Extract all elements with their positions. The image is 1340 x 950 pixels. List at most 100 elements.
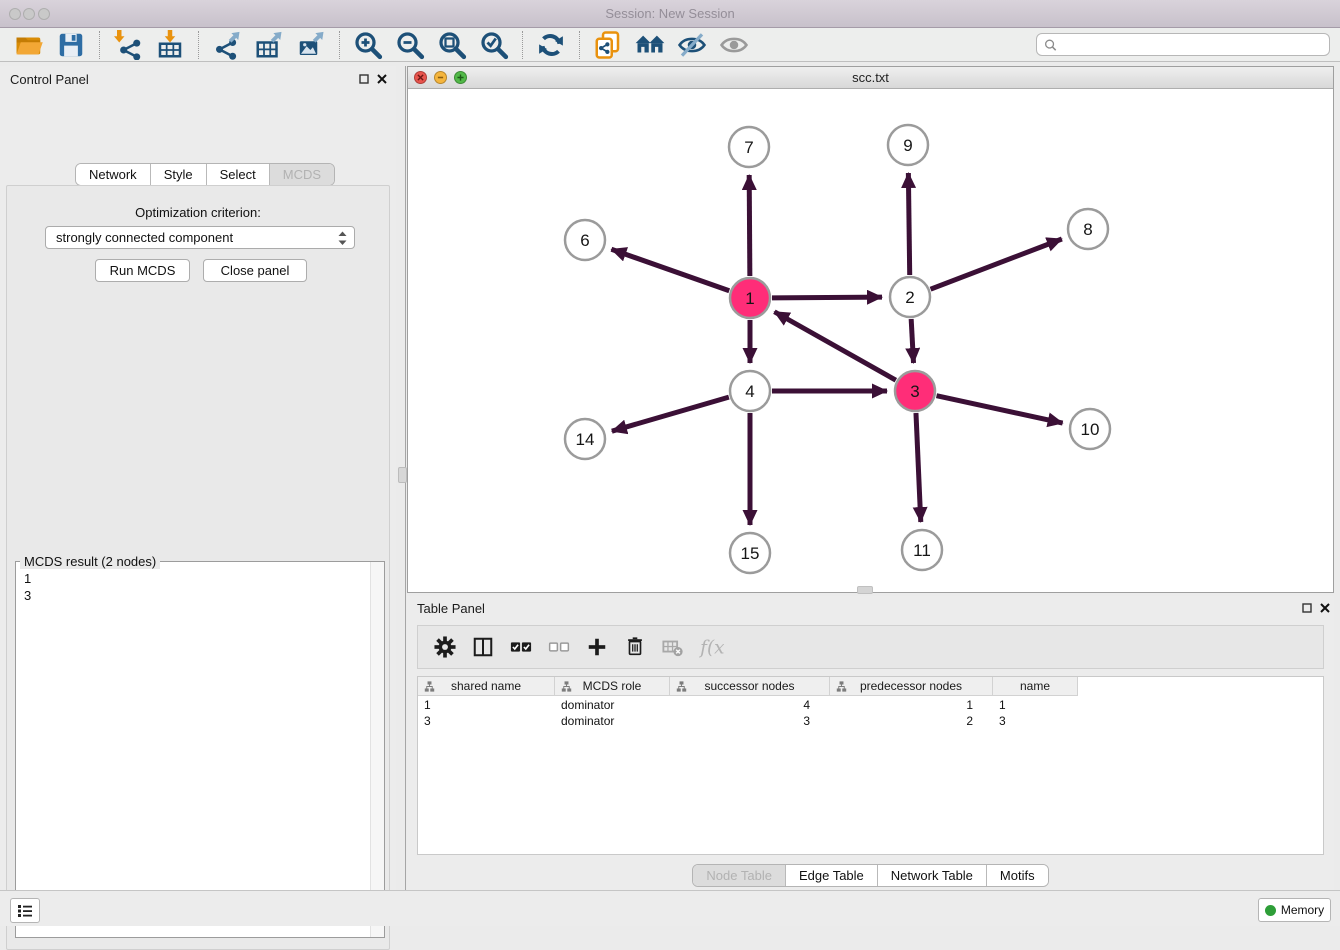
control-panel-tabs: NetworkStyleSelectMCDS <box>75 163 335 186</box>
table-cell[interactable]: 3 <box>993 713 1078 729</box>
graph-node-label-2: 2 <box>905 288 914 307</box>
mcds-result-title: MCDS result (2 nodes) <box>20 554 160 569</box>
close-table-panel-icon[interactable] <box>1319 602 1331 614</box>
table-cell[interactable]: 3 <box>418 713 555 729</box>
horizontal-splitter-handle[interactable] <box>857 586 873 594</box>
hide-selected-button[interactable] <box>677 30 707 60</box>
export-network-icon <box>212 30 242 60</box>
control-panel: Control Panel NetworkStyleSelectMCDS Opt… <box>0 66 396 890</box>
graph-node-label-7: 7 <box>744 138 753 157</box>
column-header-label: successor nodes <box>704 679 794 693</box>
toolbar-separator <box>339 31 340 59</box>
import-table-button[interactable] <box>155 30 185 60</box>
table-row[interactable]: 1dominator411 <box>418 697 1078 713</box>
graph-node-label-3: 3 <box>910 382 919 401</box>
sort-hierarchy-icon <box>676 681 687 692</box>
tab-node-table[interactable]: Node Table <box>693 865 786 886</box>
graph-edge-3-11[interactable] <box>916 413 921 522</box>
select-all-button[interactable] <box>508 634 534 660</box>
table-toolbar: f(x) <box>417 625 1324 669</box>
criterion-dropdown-value: strongly connected component <box>56 230 233 245</box>
memory-button[interactable]: Memory <box>1258 898 1331 922</box>
search-field[interactable] <box>1036 33 1330 56</box>
show-columns-button[interactable] <box>470 634 496 660</box>
table-options-gear-icon <box>434 636 456 658</box>
result-line: 1 <box>24 570 31 587</box>
close-panel-icon[interactable] <box>376 73 388 85</box>
export-network-button[interactable] <box>212 30 242 60</box>
save-session-icon <box>56 30 86 60</box>
mcds-result-list: 13 <box>24 570 31 604</box>
vertical-splitter-handle[interactable] <box>398 467 407 483</box>
graph-edge-3-1[interactable] <box>774 312 895 380</box>
show-all-button[interactable] <box>719 30 749 60</box>
graph-edge-4-14[interactable] <box>612 397 729 431</box>
zoom-selected-button[interactable] <box>479 30 509 60</box>
graph-node-label-1: 1 <box>745 289 754 308</box>
table-cell[interactable]: 2 <box>830 713 993 729</box>
network-window-titlebar[interactable]: scc.txt <box>408 67 1333 89</box>
column-header-MCDS-role[interactable]: MCDS role <box>555 677 670 696</box>
import-table-icon <box>155 30 185 60</box>
run-mcds-button[interactable]: Run MCDS <box>95 259 190 282</box>
column-header-label: shared name <box>451 679 521 693</box>
table-cell[interactable]: 4 <box>670 697 830 713</box>
refresh-view-button[interactable] <box>536 30 566 60</box>
export-table-button[interactable] <box>254 30 284 60</box>
zoom-in-button[interactable] <box>353 30 383 60</box>
graph-node-label-11: 11 <box>913 541 931 560</box>
sort-hierarchy-icon <box>836 681 847 692</box>
graph-edge-2-3[interactable] <box>911 319 913 363</box>
column-header-successor-nodes[interactable]: successor nodes <box>670 677 830 696</box>
criterion-dropdown[interactable]: strongly connected component <box>45 226 355 249</box>
tab-style[interactable]: Style <box>151 164 207 185</box>
zoom-out-button[interactable] <box>395 30 425 60</box>
table-cell[interactable]: 3 <box>670 713 830 729</box>
import-network-button[interactable] <box>113 30 143 60</box>
table-cell[interactable]: 1 <box>993 697 1078 713</box>
add-row-button[interactable] <box>584 634 610 660</box>
close-panel-button[interactable]: Close panel <box>203 259 307 282</box>
float-table-panel-icon[interactable] <box>1301 602 1313 614</box>
first-neighbors-button[interactable] <box>635 30 665 60</box>
table-row[interactable]: 3dominator323 <box>418 713 1078 729</box>
function-builder-button: f(x) <box>698 634 724 660</box>
search-input[interactable] <box>1061 35 1323 54</box>
tab-motifs[interactable]: Motifs <box>987 865 1048 886</box>
graph-edge-1-7[interactable] <box>749 175 750 276</box>
save-session-button[interactable] <box>56 30 86 60</box>
result-scrollbar[interactable] <box>370 562 384 937</box>
column-header-predecessor-nodes[interactable]: predecessor nodes <box>830 677 993 696</box>
float-panel-icon[interactable] <box>358 73 370 85</box>
optimization-criterion-label: Optimization criterion: <box>7 205 389 220</box>
clone-network-button[interactable] <box>593 30 623 60</box>
table-cell[interactable]: dominator <box>555 713 670 729</box>
zoom-out-icon <box>395 30 425 60</box>
column-header-name[interactable]: name <box>993 677 1078 696</box>
graph-node-label-4: 4 <box>745 382 754 401</box>
table-options-gear-button[interactable] <box>432 634 458 660</box>
graph-edge-1-6[interactable] <box>611 249 729 290</box>
graph-edge-2-9[interactable] <box>908 173 909 275</box>
tab-network-table[interactable]: Network Table <box>878 865 987 886</box>
function-builder-icon: f(x) <box>698 634 724 660</box>
tab-mcds[interactable]: MCDS <box>270 164 334 185</box>
graph-edge-2-8[interactable] <box>931 239 1062 289</box>
tab-network[interactable]: Network <box>76 164 151 185</box>
export-image-button[interactable] <box>296 30 326 60</box>
network-canvas[interactable]: 7968124314101511 <box>408 89 1333 592</box>
graph-edge-3-10[interactable] <box>936 396 1062 423</box>
deselect-all-button[interactable] <box>546 634 572 660</box>
tab-edge-table[interactable]: Edge Table <box>786 865 878 886</box>
task-history-button[interactable] <box>10 898 40 923</box>
tab-select[interactable]: Select <box>207 164 270 185</box>
delete-row-button[interactable] <box>622 634 648 660</box>
network-window: scc.txt 7968124314101511 <box>407 66 1334 593</box>
column-header-shared-name[interactable]: shared name <box>418 677 555 696</box>
open-session-button[interactable] <box>14 30 44 60</box>
table-cell[interactable]: 1 <box>830 697 993 713</box>
table-cell[interactable]: dominator <box>555 697 670 713</box>
table-cell[interactable]: 1 <box>418 697 555 713</box>
zoom-fit-content-button[interactable] <box>437 30 467 60</box>
graph-edge-1-2[interactable] <box>772 297 882 298</box>
